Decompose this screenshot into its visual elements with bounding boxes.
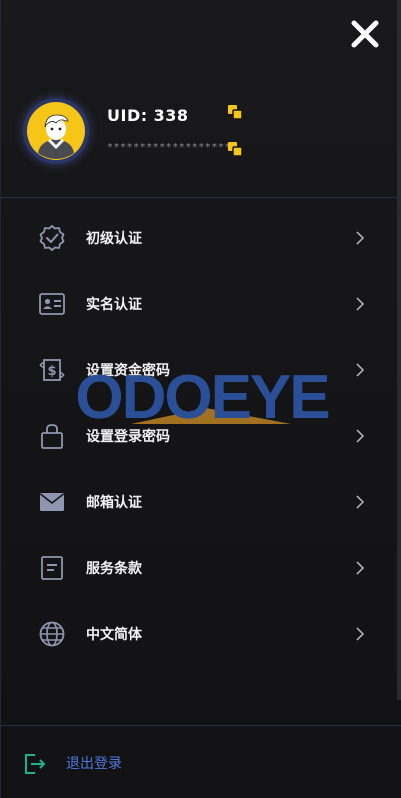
masked-account: ********************	[107, 142, 238, 153]
mail-icon	[37, 487, 67, 517]
menu-item-label: 邮箱认证	[86, 495, 142, 511]
copy-account-button[interactable]	[227, 141, 243, 157]
menu-item-label: 中文简体	[86, 627, 142, 643]
menu-item-terms-of-service[interactable]: 服务条款	[1, 535, 401, 601]
close-button[interactable]	[349, 18, 381, 50]
menu-item-label: 设置资金密码	[86, 363, 170, 379]
document-icon	[37, 553, 67, 583]
menu-item-real-name-verification[interactable]: 实名认证	[1, 271, 401, 337]
menu-item-language[interactable]: 中文简体	[1, 601, 401, 667]
copy-icon	[228, 142, 243, 157]
logout-button[interactable]: 退出登录	[1, 740, 401, 786]
logout-icon	[25, 754, 46, 774]
logout-label: 退出登录	[66, 756, 122, 772]
chevron-right-icon	[356, 429, 365, 443]
chevron-right-icon	[356, 627, 365, 641]
menu-item-label: 实名认证	[86, 297, 142, 313]
menu-item-label: 服务条款	[86, 561, 142, 577]
divider	[1, 725, 401, 726]
menu-item-basic-verification[interactable]: 初级认证	[1, 205, 401, 271]
menu-list: 初级认证 实名认证 $ 设置资金密码 设置登录密码 邮箱认证 服务条款 中文简体	[1, 205, 401, 667]
copy-uid-button[interactable]	[227, 104, 243, 120]
close-icon	[351, 20, 379, 48]
chevron-right-icon	[356, 561, 365, 575]
copy-icon	[228, 105, 243, 120]
badge-check-icon	[37, 223, 67, 253]
menu-item-label: 设置登录密码	[86, 429, 170, 445]
uid-text: UID: 338	[107, 106, 189, 125]
globe-icon	[37, 619, 67, 649]
chevron-right-icon	[356, 495, 365, 509]
uid-value: 338	[153, 106, 189, 125]
avatar	[23, 98, 89, 164]
user-info: UID: 338 ********************	[23, 98, 401, 168]
lock-icon	[37, 421, 67, 451]
menu-item-email-verification[interactable]: 邮箱认证	[1, 469, 401, 535]
divider	[1, 197, 401, 198]
menu-item-set-login-password[interactable]: 设置登录密码	[1, 403, 401, 469]
svg-text:$: $	[47, 364, 56, 379]
dollar-exchange-icon: $	[37, 355, 67, 385]
chevron-right-icon	[356, 297, 365, 311]
user-drawer: UID: 338 ******************** 初级认证 实名认证 …	[0, 0, 401, 798]
chevron-right-icon	[356, 363, 365, 377]
chevron-right-icon	[356, 231, 365, 245]
id-card-icon	[37, 289, 67, 319]
menu-item-label: 初级认证	[86, 231, 142, 247]
menu-item-set-fund-password[interactable]: $ 设置资金密码	[1, 337, 401, 403]
user-avatar-icon	[27, 102, 85, 160]
uid-label: UID:	[107, 106, 148, 125]
